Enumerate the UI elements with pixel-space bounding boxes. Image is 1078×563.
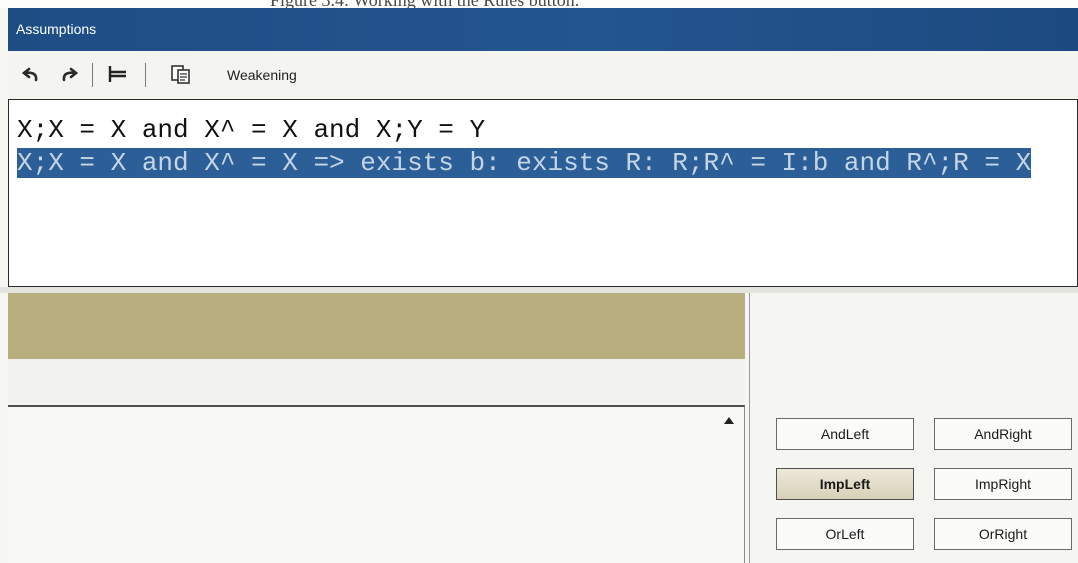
figure-caption-partial: Figure 3.4: Working with the Rules butto… — [270, 0, 579, 8]
turnstile-icon[interactable] — [104, 59, 132, 89]
panel-title: Assumptions — [16, 21, 97, 37]
or-right-button[interactable]: OrRight — [934, 518, 1072, 550]
toolbar: Weakening — [8, 51, 1078, 100]
imp-left-button[interactable]: ImpLeft — [776, 468, 914, 500]
copy-icon[interactable] — [166, 59, 196, 89]
rules-panel: AndLeft AndRight ImpLeft ImpRight OrLeft… — [749, 293, 1078, 563]
formula-editor[interactable]: X;X = X and X^ = X and X;Y = Y X;X = X a… — [8, 99, 1078, 287]
header-band — [8, 293, 745, 359]
assumption-line[interactable]: X;X = X and X^ = X and X;Y = Y — [17, 115, 485, 146]
toolbar-separator — [92, 63, 93, 87]
scroll-up-arrow-icon[interactable] — [724, 417, 734, 424]
selected-formula[interactable]: X;X = X and X^ = X => exists b: exists R… — [17, 148, 1077, 179]
or-left-button[interactable]: OrLeft — [776, 518, 914, 550]
imp-right-button[interactable]: ImpRight — [934, 468, 1072, 500]
redo-icon[interactable] — [56, 59, 82, 89]
lower-left-spacer — [8, 359, 745, 404]
goal-list-panel[interactable] — [8, 405, 745, 563]
panel-title-bar: Assumptions — [8, 8, 1078, 51]
undo-icon[interactable] — [18, 59, 44, 89]
and-right-button[interactable]: AndRight — [934, 418, 1072, 450]
toolbar-separator — [145, 63, 146, 87]
and-left-button[interactable]: AndLeft — [776, 418, 914, 450]
weakening-button[interactable]: Weakening — [227, 51, 297, 99]
selected-formula-text[interactable]: X;X = X and X^ = X => exists b: exists R… — [17, 148, 1032, 178]
